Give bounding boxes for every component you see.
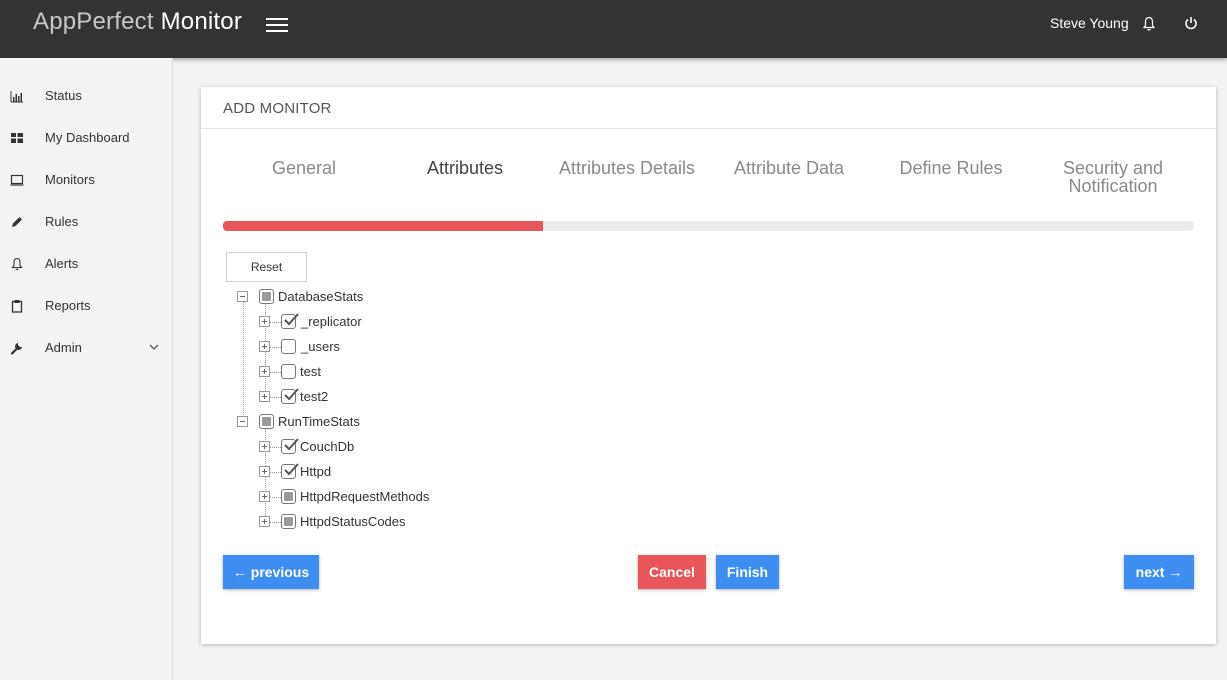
reset-button[interactable]: Reset <box>226 252 307 282</box>
expand-icon[interactable] <box>259 491 270 502</box>
sidebar-item-my-dashboard[interactable]: My Dashboard <box>0 117 172 159</box>
expand-icon[interactable] <box>259 366 270 377</box>
step-attributes-details[interactable]: Attributes Details <box>546 159 708 177</box>
sidebar-item-status[interactable]: Status <box>0 75 172 117</box>
brand-light-text: AppPerfect <box>33 8 154 35</box>
wizard-progress-bar <box>223 221 1194 231</box>
wrench-icon <box>10 343 22 355</box>
tree-node-test: test <box>259 362 459 382</box>
top-bar: AppPerfect Monitor Steve Young <box>0 0 1227 58</box>
expand-icon[interactable] <box>259 466 270 477</box>
checkbox-partial[interactable] <box>281 489 296 504</box>
step-attributes[interactable]: Attributes <box>384 159 546 177</box>
sidebar-item-alerts[interactable]: Alerts <box>0 243 172 285</box>
expand-icon[interactable] <box>259 441 270 452</box>
menu-toggle-icon[interactable] <box>266 14 288 34</box>
checkmark-icon <box>284 463 299 476</box>
previous-button[interactable]: ← previous <box>223 555 319 589</box>
add-monitor-card: ADD MONITOR General Attributes Attribute… <box>201 87 1216 644</box>
checkbox-checked[interactable] <box>281 313 299 329</box>
sidebar-item-label: Alerts <box>45 256 79 271</box>
next-button[interactable]: next → <box>1124 555 1194 589</box>
pencil-icon <box>12 217 22 227</box>
tree-node-couchdb: CouchDb <box>259 437 459 457</box>
tree-node-httpd: Httpd <box>259 462 459 482</box>
step-security-notification[interactable]: Security and Notification <box>1032 159 1194 195</box>
collapse-icon[interactable] <box>237 291 248 302</box>
chevron-down-icon[interactable] <box>148 341 160 353</box>
tree-node-label: test2 <box>300 389 329 404</box>
user-name[interactable]: Steve Young <box>1050 15 1129 31</box>
page-title: ADD MONITOR <box>223 100 332 117</box>
collapse-icon[interactable] <box>237 416 248 427</box>
sidebar-item-label: My Dashboard <box>45 130 130 145</box>
card-header: ADD MONITOR <box>201 87 1216 129</box>
tree-node-test2: test2 <box>259 387 459 407</box>
tree-connector <box>243 302 244 427</box>
expand-icon[interactable] <box>259 341 270 352</box>
tree-node-users: _users <box>259 337 459 357</box>
tree-node-httpdrequestmethods: HttpdRequestMethods <box>259 487 479 507</box>
tree-node-label: test <box>300 364 321 379</box>
sidebar-item-label: Monitors <box>45 172 95 187</box>
monitor-icon <box>10 174 24 186</box>
bell-icon <box>11 257 23 271</box>
checkmark-icon <box>284 438 299 451</box>
sidebar-item-rules[interactable]: Rules <box>0 201 172 243</box>
checkbox-partial[interactable] <box>259 289 274 304</box>
dashboard-grid-icon <box>11 133 23 143</box>
sidebar: Status My Dashboard Monitors Rules Alert… <box>0 58 173 680</box>
tree-node-httpdstatuscodes: HttpdStatusCodes <box>259 512 479 532</box>
sidebar-item-label: Reports <box>45 298 91 313</box>
tree-node-label: _users <box>301 339 341 354</box>
checkmark-icon <box>284 313 299 326</box>
expand-icon[interactable] <box>259 516 270 527</box>
tree-node-label: Httpd <box>300 464 332 479</box>
checkbox-unchecked[interactable] <box>281 364 296 379</box>
tree-node-runtimestats: RunTimeStats <box>237 412 437 432</box>
checkmark-icon <box>284 388 299 401</box>
tree-node-databasestats: DatabaseStats <box>237 287 437 307</box>
tree-node-label: _replicator <box>301 314 362 329</box>
finish-button[interactable]: Finish <box>716 555 779 589</box>
app-brand[interactable]: AppPerfect Monitor <box>33 8 242 36</box>
cancel-button[interactable]: Cancel <box>638 555 706 589</box>
expand-icon[interactable] <box>259 391 270 402</box>
checkbox-unchecked[interactable] <box>281 339 296 354</box>
sidebar-item-monitors[interactable]: Monitors <box>0 159 172 201</box>
step-attribute-data[interactable]: Attribute Data <box>708 159 870 177</box>
tree-node-label: HttpdRequestMethods <box>300 489 430 504</box>
step-define-rules[interactable]: Define Rules <box>870 159 1032 177</box>
sidebar-item-reports[interactable]: Reports <box>0 285 172 327</box>
checkbox-checked[interactable] <box>281 438 299 454</box>
clipboard-icon <box>11 300 23 313</box>
checkbox-checked[interactable] <box>281 388 299 404</box>
checkbox-checked[interactable] <box>281 463 299 479</box>
power-icon[interactable] <box>1184 15 1198 31</box>
wizard-progress-fill <box>223 221 544 231</box>
bar-chart-icon <box>10 91 23 103</box>
notifications-bell-icon[interactable] <box>1142 16 1156 32</box>
sidebar-item-admin[interactable]: Admin <box>0 327 172 369</box>
sidebar-item-label: Rules <box>45 214 79 229</box>
tree-node-label: CouchDb <box>300 439 355 454</box>
expand-icon[interactable] <box>259 316 270 327</box>
checkbox-partial[interactable] <box>281 514 296 529</box>
sidebar-item-label: Status <box>45 88 82 103</box>
brand-bold-text: Monitor <box>160 8 243 35</box>
tree-node-label: DatabaseStats <box>278 289 364 304</box>
checkbox-partial[interactable] <box>259 414 274 429</box>
tree-node-replicator: _replicator <box>259 312 459 332</box>
step-general[interactable]: General <box>223 159 385 177</box>
sidebar-item-label: Admin <box>45 340 82 355</box>
tree-node-label: HttpdStatusCodes <box>300 514 406 529</box>
tree-node-label: RunTimeStats <box>278 414 360 429</box>
